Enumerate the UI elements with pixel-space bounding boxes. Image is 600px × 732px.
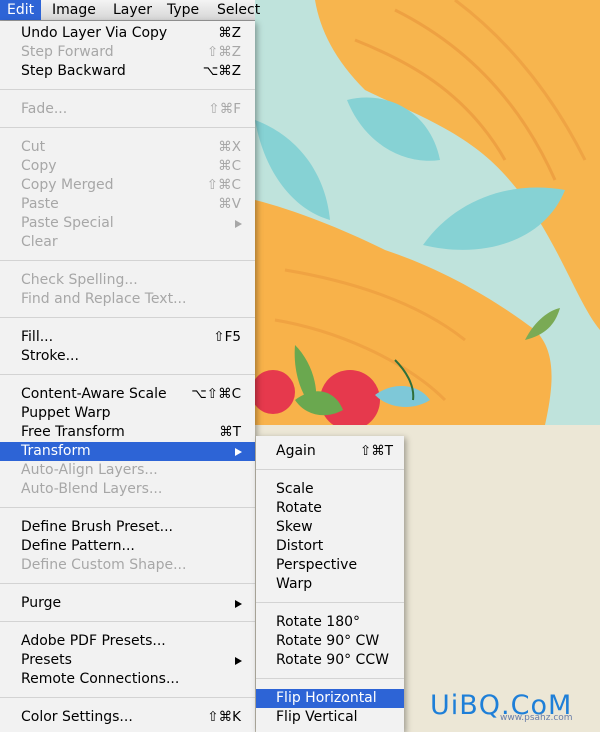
menu-separator bbox=[0, 89, 255, 90]
edit-menu: Undo Layer Via Copy ⌘Z Step Forward ⇧⌘Z St… bbox=[0, 21, 255, 732]
menu-item-define-brush-preset[interactable]: Define Brush Preset... bbox=[0, 518, 255, 537]
menu-item-clear: Clear bbox=[21, 234, 58, 250]
submenu-arrow-icon bbox=[235, 448, 242, 456]
menu-separator bbox=[0, 621, 255, 622]
menu-separator bbox=[0, 317, 255, 318]
watermark-logo: UiBQ.CoM www.psahz.com bbox=[430, 690, 595, 730]
menu-item-cut: Cut ⌘X bbox=[21, 139, 241, 155]
menu-item-find-replace: Find and Replace Text... bbox=[21, 291, 187, 307]
submenu-item-rotate-90-cw[interactable]: Rotate 90° CW bbox=[256, 632, 404, 651]
menu-item-free-transform[interactable]: Free Transform ⌘T bbox=[0, 423, 255, 442]
menu-separator bbox=[256, 469, 404, 470]
menubar-edit[interactable]: Edit bbox=[0, 0, 42, 20]
submenu-item-perspective[interactable]: Perspective bbox=[256, 556, 404, 575]
submenu-item-warp[interactable]: Warp bbox=[256, 575, 404, 594]
menu-separator bbox=[0, 260, 255, 261]
menu-item-fill[interactable]: Fill... ⇧F5 bbox=[0, 328, 255, 347]
submenu-arrow-icon bbox=[235, 600, 242, 608]
menubar-select[interactable]: Select bbox=[210, 0, 267, 20]
menu-item-purge[interactable]: Purge bbox=[0, 594, 255, 613]
submenu-item-distort[interactable]: Distort bbox=[256, 537, 404, 556]
menu-item-undo[interactable]: Undo Layer Via Copy ⌘Z bbox=[0, 24, 255, 43]
menu-separator bbox=[0, 127, 255, 128]
menu-item-define-custom-shape: Define Custom Shape... bbox=[21, 557, 187, 573]
menu-item-presets[interactable]: Presets bbox=[0, 651, 255, 670]
menu-bar: Edit Image Layer Type Select bbox=[0, 0, 260, 21]
menu-item-color-settings[interactable]: Color Settings... ⇧⌘K bbox=[0, 708, 255, 727]
menu-item-auto-blend-layers: Auto-Blend Layers... bbox=[21, 481, 163, 497]
transform-submenu: Again ⇧⌘T Scale Rotate Skew Distort Persp… bbox=[256, 436, 404, 732]
menu-item-remote-connections[interactable]: Remote Connections... bbox=[0, 670, 255, 689]
menubar-image[interactable]: Image bbox=[45, 0, 103, 20]
menu-item-auto-align-layers: Auto-Align Layers... bbox=[21, 462, 158, 478]
submenu-arrow-icon bbox=[235, 220, 242, 228]
menu-item-paste-special: Paste Special bbox=[0, 214, 255, 233]
menu-item-define-pattern[interactable]: Define Pattern... bbox=[0, 537, 255, 556]
submenu-item-flip-horizontal[interactable]: Flip Horizontal bbox=[256, 689, 404, 708]
canvas-artwork bbox=[255, 0, 600, 425]
menu-item-check-spelling: Check Spelling... bbox=[21, 272, 138, 288]
menu-separator bbox=[256, 678, 404, 679]
menu-item-paste: Paste ⌘V bbox=[21, 196, 241, 212]
document-canvas[interactable] bbox=[255, 0, 600, 425]
submenu-item-rotate[interactable]: Rotate bbox=[256, 499, 404, 518]
menu-separator bbox=[0, 583, 255, 584]
menu-separator bbox=[0, 374, 255, 375]
menu-separator bbox=[0, 507, 255, 508]
submenu-item-flip-vertical[interactable]: Flip Vertical bbox=[256, 708, 404, 727]
menu-item-puppet-warp[interactable]: Puppet Warp bbox=[0, 404, 255, 423]
menu-item-content-aware-scale[interactable]: Content-Aware Scale ⌥⇧⌘C bbox=[0, 385, 255, 404]
menu-item-adobe-pdf-presets[interactable]: Adobe PDF Presets... bbox=[0, 632, 255, 651]
menubar-layer[interactable]: Layer bbox=[106, 0, 159, 20]
menu-item-copy: Copy ⌘C bbox=[21, 158, 241, 174]
watermark-url: www.psahz.com bbox=[500, 713, 573, 723]
menu-item-copy-merged: Copy Merged ⇧⌘C bbox=[21, 177, 241, 193]
submenu-item-scale[interactable]: Scale bbox=[256, 480, 404, 499]
menu-separator bbox=[0, 697, 255, 698]
menu-item-step-backward[interactable]: Step Backward ⌥⌘Z bbox=[0, 62, 255, 81]
menu-item-fade: Fade... ⇧⌘F bbox=[21, 101, 241, 117]
submenu-item-again[interactable]: Again ⇧⌘T bbox=[256, 442, 404, 461]
menu-item-step-forward: Step Forward ⇧⌘Z bbox=[21, 44, 241, 60]
submenu-arrow-icon bbox=[235, 657, 242, 665]
submenu-item-rotate-180[interactable]: Rotate 180° bbox=[256, 613, 404, 632]
submenu-item-skew[interactable]: Skew bbox=[256, 518, 404, 537]
menu-item-transform[interactable]: Transform bbox=[0, 442, 255, 461]
menu-item-stroke[interactable]: Stroke... bbox=[0, 347, 255, 366]
submenu-item-rotate-90-ccw[interactable]: Rotate 90° CCW bbox=[256, 651, 404, 670]
menu-separator bbox=[256, 602, 404, 603]
menubar-type[interactable]: Type bbox=[160, 0, 206, 20]
